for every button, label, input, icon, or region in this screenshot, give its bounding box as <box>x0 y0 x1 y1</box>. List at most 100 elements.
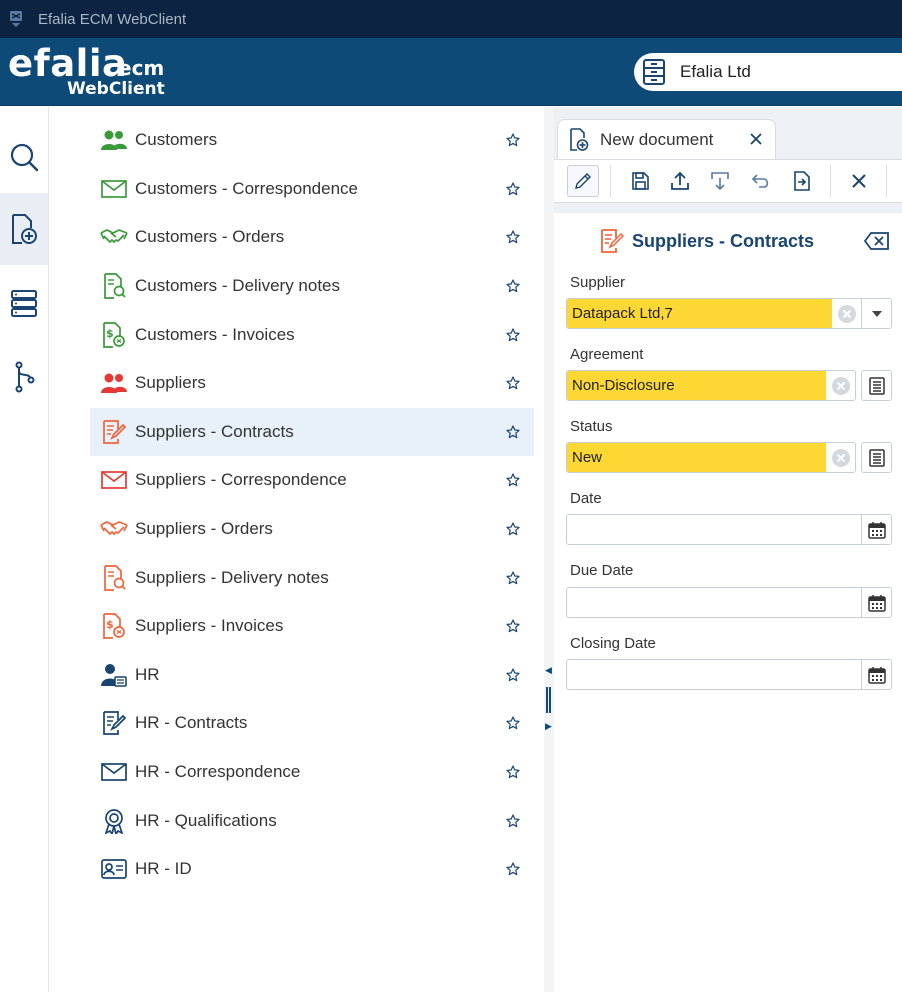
favorite-star-icon[interactable] <box>504 228 522 246</box>
status-value[interactable]: New <box>567 443 826 472</box>
toolbar-separator <box>830 165 831 197</box>
company-selector[interactable]: Efalia Ltd <box>634 53 902 91</box>
date-value[interactable] <box>567 515 857 544</box>
list-item-suppliers-delivery-notes[interactable]: Suppliers - Delivery notes <box>90 553 534 602</box>
rail-new-document-button[interactable] <box>0 193 48 265</box>
export-icon <box>794 171 810 191</box>
delivery-note-icon <box>98 270 130 302</box>
logo-webclient: WebClient <box>67 79 165 99</box>
tab-close-icon[interactable] <box>747 130 765 148</box>
list-item-hr-qualifications[interactable]: HR - Qualifications <box>90 796 534 845</box>
collapse-left-arrow[interactable]: ◀ <box>545 665 552 676</box>
new-document-icon <box>12 214 37 244</box>
favorite-star-icon[interactable] <box>504 520 522 538</box>
close-document-button[interactable] <box>843 165 875 197</box>
closing-date-field[interactable] <box>566 659 892 690</box>
list-item-customers-correspondence[interactable]: Customers - Correspondence <box>90 165 534 214</box>
rail-workflow-button[interactable] <box>0 341 48 413</box>
favorite-star-icon[interactable] <box>504 569 522 587</box>
expand-right-arrow[interactable]: ▶ <box>545 721 552 732</box>
company-name: Efalia Ltd <box>680 62 751 81</box>
splitter-handle[interactable] <box>546 687 551 713</box>
list-item-hr-contracts[interactable]: HR - Contracts <box>90 699 534 748</box>
list-item-label: HR - ID <box>135 859 192 879</box>
closing-date-value[interactable] <box>567 660 857 689</box>
clear-form-button[interactable] <box>864 230 890 252</box>
list-item-label: Customers <box>135 130 218 150</box>
favorite-star-icon[interactable] <box>504 617 522 635</box>
contract-icon <box>598 227 626 255</box>
contract-icon <box>98 416 130 448</box>
agreement-label: Agreement <box>570 346 644 363</box>
favorite-star-icon[interactable] <box>504 326 522 344</box>
list-item-hr[interactable]: HR <box>90 651 534 700</box>
list-item-label: Suppliers - Correspondence <box>135 470 347 490</box>
tab-label: New document <box>600 129 714 149</box>
list-item-label: Suppliers - Invoices <box>135 616 284 636</box>
due-date-calendar-button[interactable] <box>861 588 891 617</box>
list-item-hr-id[interactable]: HR - ID <box>90 845 534 894</box>
agreement-value[interactable]: Non-Disclosure <box>567 371 826 400</box>
supplier-field[interactable]: Datapack Ltd,7 <box>566 298 892 329</box>
favorite-star-icon[interactable] <box>504 860 522 878</box>
favorite-star-icon[interactable] <box>504 131 522 149</box>
tab-new-document[interactable]: New document <box>557 119 776 159</box>
list-item-label: Suppliers - Delivery notes <box>135 567 329 587</box>
favorite-star-icon[interactable] <box>504 714 522 732</box>
clear-status-icon[interactable] <box>830 447 852 469</box>
agreement-field[interactable]: Non-Disclosure <box>566 370 856 401</box>
date-calendar-button[interactable] <box>861 515 891 544</box>
list-item-suppliers-orders[interactable]: Suppliers - Orders <box>90 505 534 554</box>
favorite-star-icon[interactable] <box>504 180 522 198</box>
efalia-logo[interactable]: efalia ecm WebClient <box>8 44 178 100</box>
status-list-button[interactable] <box>861 442 892 473</box>
export-button[interactable] <box>786 165 818 197</box>
agreement-list-button[interactable] <box>861 370 892 401</box>
favorite-star-icon[interactable] <box>504 666 522 684</box>
database-icon <box>11 290 37 317</box>
list-item-suppliers-correspondence[interactable]: Suppliers - Correspondence <box>90 456 534 505</box>
panel-splitter[interactable]: ◀ ▶ <box>544 107 554 992</box>
list-item-customers-orders[interactable]: Customers - Orders <box>90 213 534 262</box>
favorite-star-icon[interactable] <box>504 812 522 830</box>
favorite-star-icon[interactable] <box>504 374 522 392</box>
rail-storage-button[interactable] <box>0 267 48 339</box>
save-button[interactable] <box>624 165 656 197</box>
favorite-star-icon[interactable] <box>504 763 522 781</box>
favorite-star-icon[interactable] <box>504 471 522 489</box>
list-item-customers[interactable]: Customers <box>90 116 534 165</box>
due-date-field[interactable] <box>566 587 892 618</box>
status-field[interactable]: New <box>566 442 856 473</box>
list-item-label: Customers - Correspondence <box>135 178 358 198</box>
rail-search-button[interactable] <box>0 121 48 193</box>
undo-button[interactable] <box>745 165 777 197</box>
logo-efalia: efalia <box>8 42 128 85</box>
list-item-customers-delivery-notes[interactable]: Customers - Delivery notes <box>90 262 534 311</box>
list-item-label: Customers - Delivery notes <box>135 276 341 296</box>
contract-icon <box>98 707 130 739</box>
edit-button[interactable] <box>567 165 599 197</box>
document-panel: New document Suppliers - Contracts Suppl… <box>554 107 902 992</box>
date-label: Date <box>570 490 602 507</box>
clear-supplier-icon[interactable] <box>836 303 858 325</box>
supplier-value[interactable]: Datapack Ltd,7 <box>567 299 832 328</box>
closing-date-calendar-button[interactable] <box>861 660 891 689</box>
download-button[interactable] <box>704 165 736 197</box>
list-item-label: Customers - Invoices <box>135 324 295 344</box>
list-item-customers-invoices[interactable]: $ Customers - Invoices <box>90 310 534 359</box>
list-item-suppliers[interactable]: Suppliers <box>90 359 534 408</box>
date-field[interactable] <box>566 514 892 545</box>
save-icon <box>632 172 649 190</box>
favorite-star-icon[interactable] <box>504 423 522 441</box>
upload-button[interactable] <box>664 165 696 197</box>
list-item-suppliers-invoices[interactable]: $ Suppliers - Invoices <box>90 602 534 651</box>
list-item-hr-correspondence[interactable]: HR - Correspondence <box>90 748 534 797</box>
clear-agreement-icon[interactable] <box>830 375 852 397</box>
upload-icon <box>671 171 689 190</box>
close-icon <box>852 174 866 188</box>
supplier-dropdown-button[interactable] <box>861 299 891 328</box>
favorite-star-icon[interactable] <box>504 277 522 295</box>
svg-text:$: $ <box>106 618 114 631</box>
due-date-value[interactable] <box>567 588 857 617</box>
list-item-suppliers-contracts[interactable]: Suppliers - Contracts <box>90 407 534 457</box>
